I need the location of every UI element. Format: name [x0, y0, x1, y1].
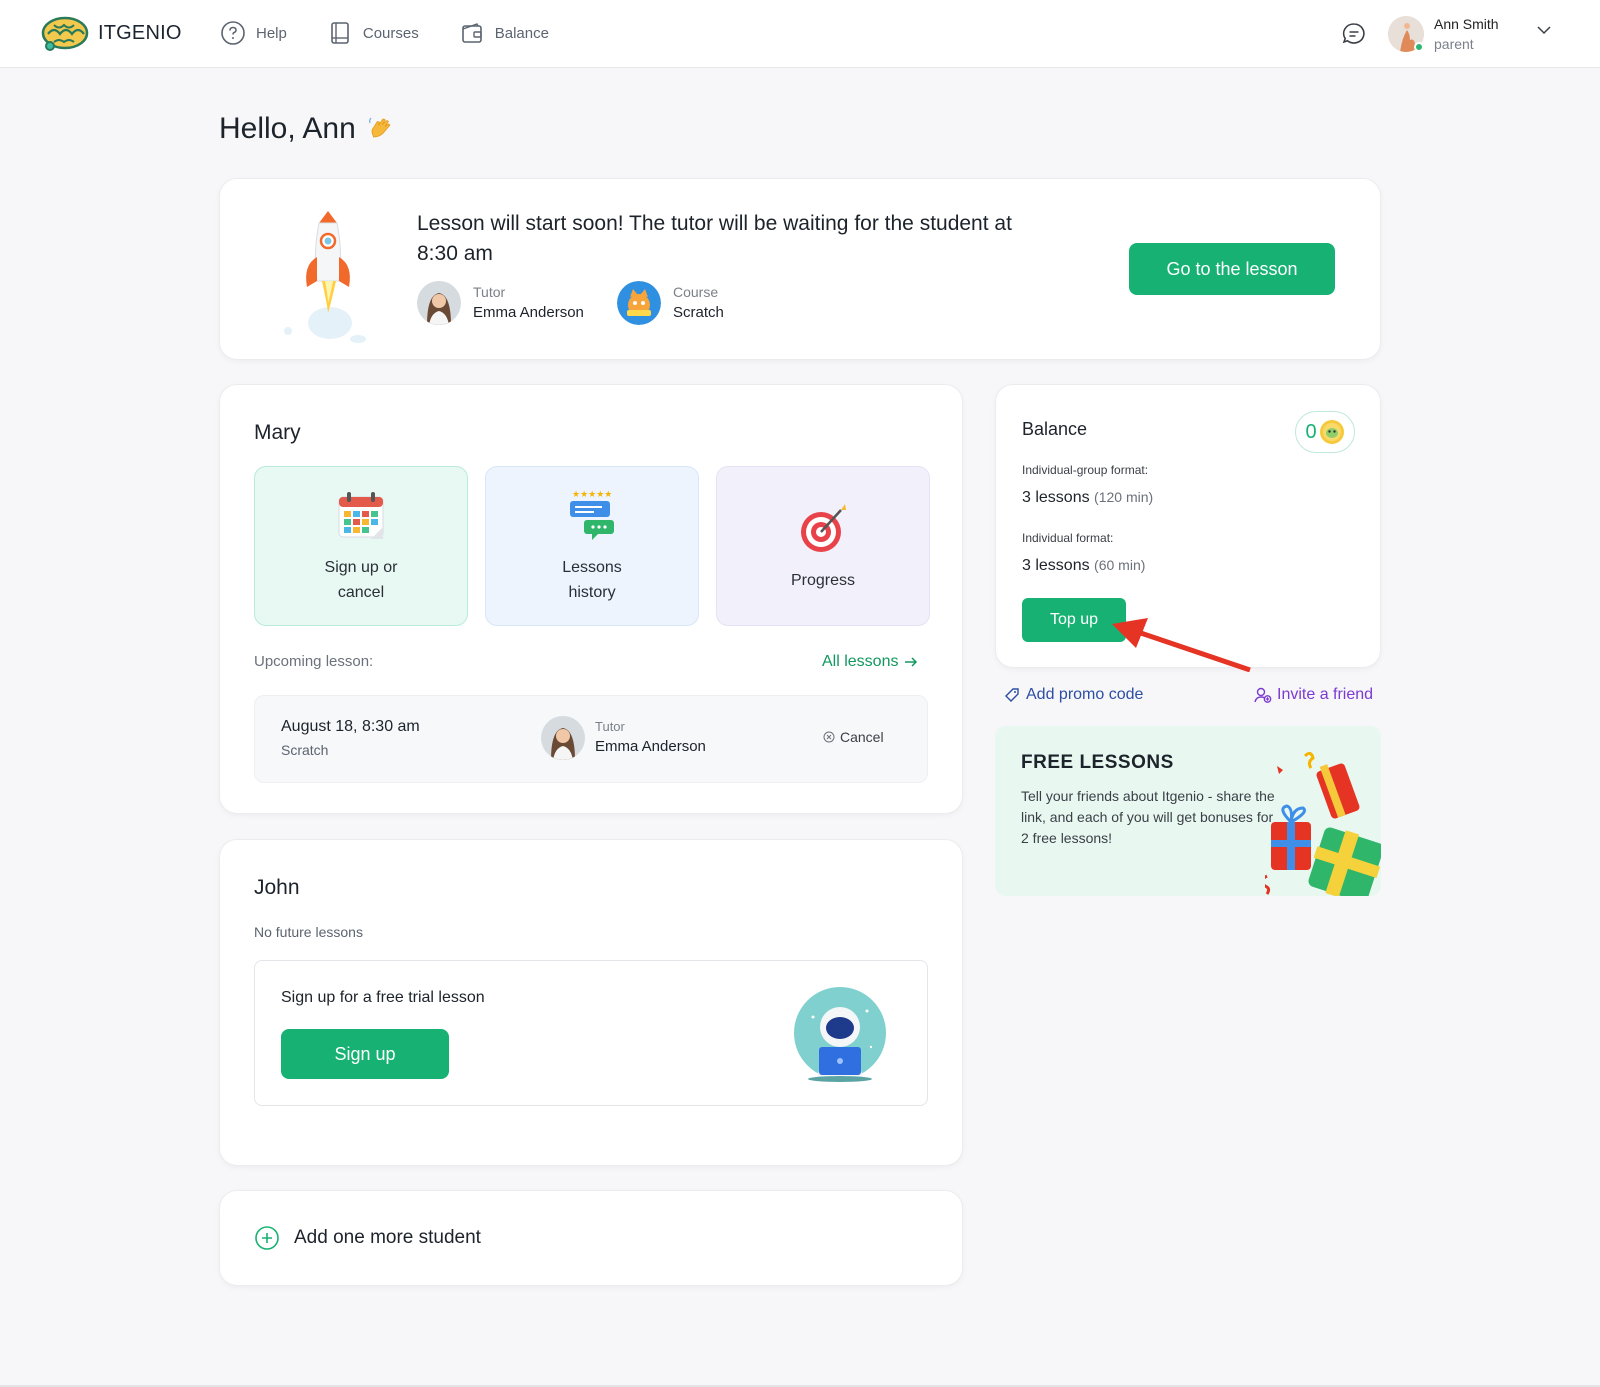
- nav-help-label: Help: [256, 24, 287, 42]
- free-lessons-title: FREE LESSONS: [1021, 752, 1174, 773]
- student-name: Mary: [254, 421, 301, 444]
- rocket-illustration-icon: [284, 211, 366, 343]
- chat-review-icon: ★★★★★: [570, 490, 614, 540]
- individual-lessons: 3 lessons: [1022, 557, 1090, 574]
- course-label: Course: [673, 284, 719, 300]
- free-trial-box: Sign up for a free trial lesson Sign up: [254, 960, 928, 1106]
- lesson-soon-banner: Lesson will start soon! The tutor will b…: [219, 178, 1381, 360]
- individual-minutes: (60 min): [1094, 557, 1146, 573]
- group-format-value: 3 lessons (120 min): [1022, 489, 1153, 507]
- page-title: Hello, Ann: [219, 112, 394, 146]
- go-to-lesson-button[interactable]: Go to the lesson: [1129, 243, 1335, 295]
- upcoming-lesson-row: August 18, 8:30 am Scratch Tutor Emma An…: [254, 695, 928, 783]
- scratch-cat-icon: [617, 281, 661, 325]
- student-name: John: [254, 876, 300, 899]
- tile-label: Progress: [790, 571, 856, 589]
- tutor-name: Emma Anderson: [595, 738, 706, 755]
- individual-format-value: 3 lessons (60 min): [1022, 557, 1145, 575]
- lesson-date: August 18, 8:30 am: [281, 718, 420, 735]
- promo-label: Add promo code: [1026, 686, 1144, 703]
- tutor-label: Tutor: [473, 284, 506, 300]
- online-status-dot: [1414, 42, 1424, 52]
- tag-icon: [1005, 688, 1019, 702]
- progress-tile[interactable]: Progress: [716, 466, 930, 626]
- brain-logo-icon: [41, 16, 89, 51]
- add-student-label: Add one more student: [294, 1227, 481, 1248]
- wallet-icon: [461, 23, 482, 43]
- top-up-button[interactable]: Top up: [1022, 598, 1126, 642]
- free-lessons-promo[interactable]: FREE LESSONS Tell your friends about Itg…: [995, 726, 1381, 896]
- upcoming-lesson-label: Upcoming lesson:: [254, 653, 374, 670]
- tutor-info: Tutor Emma Anderson: [417, 281, 584, 325]
- cancel-lesson-button[interactable]: Cancel: [823, 729, 884, 745]
- astronaut-laptop-icon: [794, 987, 886, 1082]
- invite-label: Invite a friend: [1277, 686, 1374, 703]
- lesson-course: Scratch: [281, 742, 329, 758]
- invite-friend-link[interactable]: Invite a friend: [1254, 686, 1373, 704]
- user-role: parent: [1434, 36, 1474, 52]
- tutor-avatar: [541, 716, 585, 760]
- plus-circle-icon: [255, 1226, 279, 1250]
- course-name: Scratch: [673, 304, 724, 321]
- sign-up-or-cancel-tile[interactable]: Sign up or cancel: [254, 466, 468, 626]
- nav-help[interactable]: Help: [220, 20, 287, 46]
- nav-courses-label: Courses: [362, 24, 419, 42]
- free-lessons-text: Tell your friends about Itgenio - share …: [1021, 788, 1275, 846]
- top-navigation-bar: ITGENIO Help Courses Balance Ann Smith p…: [0, 0, 1600, 68]
- user-name: Ann Smith: [1434, 16, 1499, 32]
- coin-balance: 0: [1295, 411, 1355, 453]
- sign-up-button[interactable]: Sign up: [281, 1029, 449, 1079]
- nav-balance-label: Balance: [494, 24, 549, 42]
- tutor-label: Tutor: [595, 719, 625, 734]
- group-lessons: 3 lessons: [1022, 489, 1090, 506]
- tutor-name: Emma Anderson: [473, 304, 584, 321]
- balance-card: Balance 0 Individual-group format: 3 les…: [995, 384, 1381, 668]
- trial-title: Sign up for a free trial lesson: [281, 989, 485, 1006]
- main-nav: Help Courses Balance: [220, 20, 549, 46]
- help-icon: [221, 21, 245, 45]
- student-card-john: John No future lessons Sign up for a fre…: [219, 839, 963, 1166]
- nav-courses[interactable]: Courses: [327, 20, 419, 46]
- course-info: Course Scratch: [617, 281, 724, 325]
- no-future-lessons-text: No future lessons: [254, 924, 363, 940]
- tile-label: Sign up or cancel: [324, 559, 398, 601]
- waving-hand-icon: [368, 117, 391, 138]
- target-icon: [801, 503, 846, 552]
- individual-format-label: Individual format:: [1022, 531, 1114, 545]
- close-circle-icon: [823, 731, 835, 743]
- chevron-down-icon[interactable]: [1536, 22, 1552, 38]
- coin-count: 0: [1305, 420, 1317, 443]
- all-lessons-label: All lessons: [822, 653, 899, 670]
- lesson-tutor: Tutor Emma Anderson: [541, 716, 706, 760]
- tutor-photo-icon: [541, 716, 585, 760]
- brand-name: ITGENIO: [98, 21, 182, 44]
- add-student-button[interactable]: Add one more student: [219, 1190, 963, 1286]
- tutor-avatar: [417, 281, 461, 325]
- book-icon: [331, 22, 349, 44]
- svg-text:★★★★★: ★★★★★: [572, 490, 612, 500]
- avatar: [1388, 16, 1424, 52]
- user-menu[interactable]: Ann Smith parent: [1388, 14, 1499, 54]
- logo[interactable]: ITGENIO: [40, 14, 182, 52]
- gift-boxes-icon: [1265, 751, 1381, 896]
- add-user-icon: [1254, 687, 1272, 703]
- greeting-text: Hello, Ann: [219, 112, 356, 145]
- tile-label: Lessons history: [562, 559, 622, 601]
- lessons-history-tile[interactable]: ★★★★★ Lessons history: [485, 466, 699, 626]
- coin-icon: [1319, 420, 1344, 444]
- all-lessons-link[interactable]: All lessons: [822, 653, 918, 671]
- banner-title: Lesson will start soon! The tutor will b…: [417, 212, 1012, 265]
- course-logo: [617, 281, 661, 325]
- student-card-mary: Mary Sign up or cancel ★★★★★ Lessons his…: [219, 384, 963, 814]
- calendar-icon: [338, 492, 384, 539]
- chat-icon[interactable]: [1340, 20, 1368, 48]
- add-promo-code-link[interactable]: Add promo code: [1004, 686, 1143, 704]
- balance-title: Balance: [1022, 419, 1088, 439]
- group-format-label: Individual-group format:: [1022, 463, 1149, 477]
- cancel-label: Cancel: [840, 729, 884, 745]
- tutor-photo-icon: [417, 281, 461, 325]
- group-minutes: (120 min): [1094, 489, 1154, 505]
- arrow-right-icon: [905, 657, 918, 667]
- nav-balance[interactable]: Balance: [459, 20, 549, 46]
